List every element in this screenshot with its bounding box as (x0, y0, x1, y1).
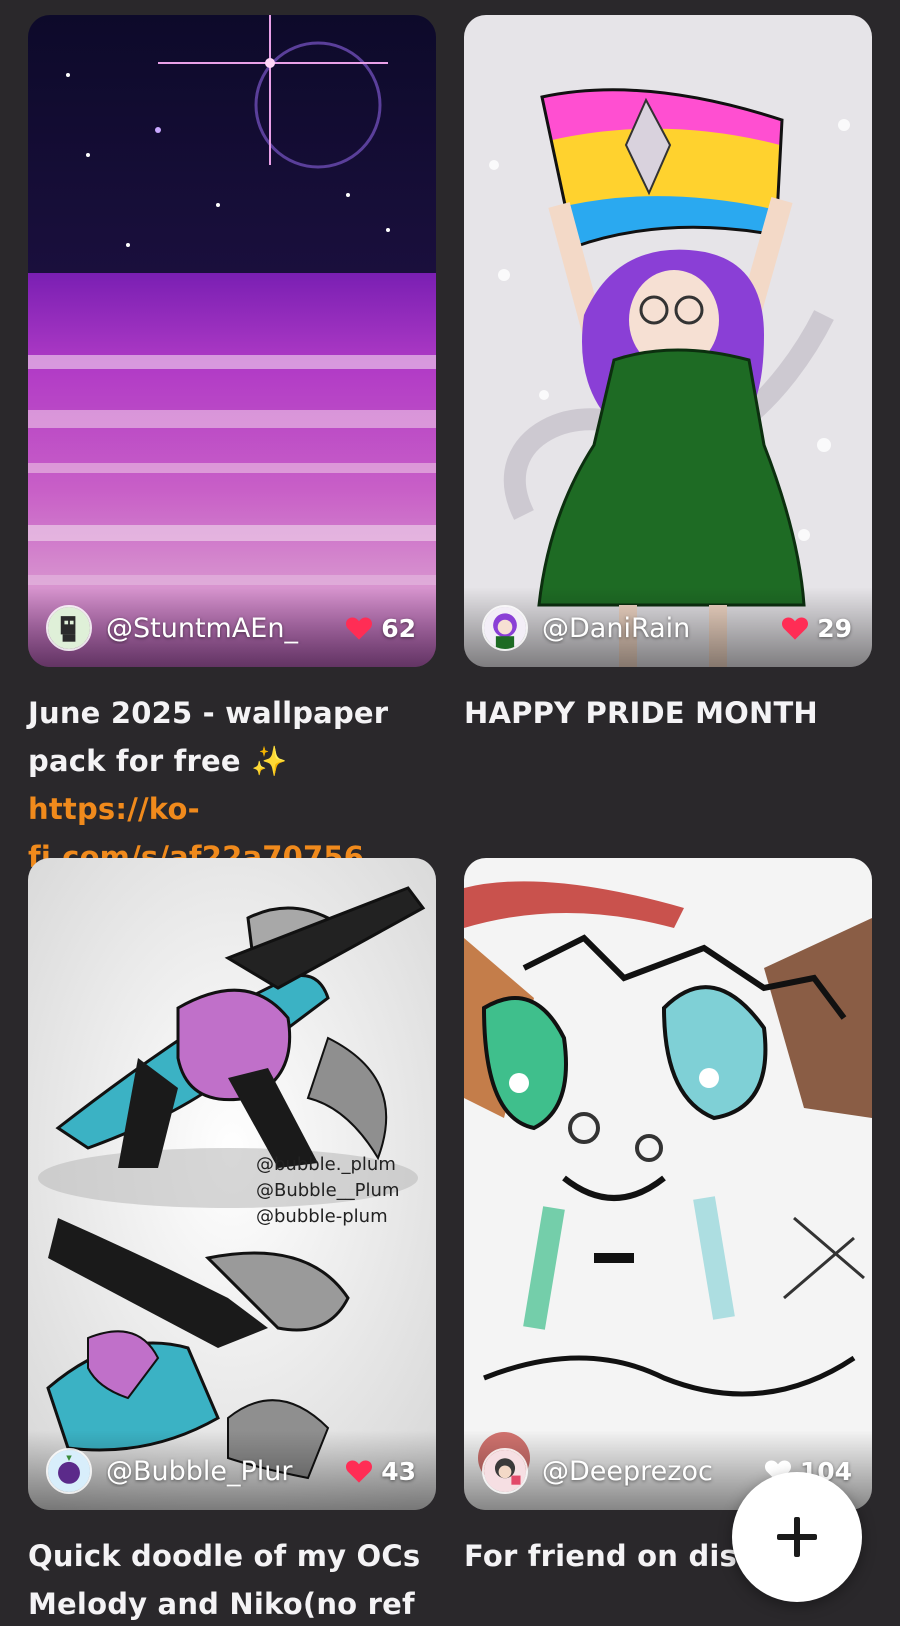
plus-icon (777, 1517, 817, 1557)
post-thumbnail[interactable]: @StuntmAEn_ 62 (28, 15, 436, 667)
pride-flag-girl-image (464, 15, 872, 667)
avatar[interactable] (482, 1448, 528, 1494)
pixel-art-night-sky-image (28, 15, 436, 667)
heart-icon (346, 617, 373, 640)
like-count: 43 (381, 1456, 416, 1486)
post-card[interactable]: @DaniRain 29 HAPPY PRIDE MONTH (464, 15, 872, 737)
username[interactable]: @StuntmAEn_ (106, 613, 337, 644)
post-feed: @StuntmAEn_ 62 June 2025 - wallpaper pac… (0, 0, 900, 1626)
post-caption[interactable]: June 2025 - wallpaper pack for free ✨ ht… (28, 689, 436, 881)
post-card[interactable]: @bubble._plum @Bubble__Plum @bubble-plum… (28, 858, 436, 1626)
avatar[interactable] (46, 1448, 92, 1494)
post-thumbnail[interactable]: @bubble._plum @Bubble__Plum @bubble-plum… (28, 858, 436, 1510)
like-button[interactable]: 62 (345, 614, 416, 643)
caption-text: For friend on disc (464, 1539, 755, 1573)
like-button[interactable]: 29 (781, 614, 852, 643)
post-caption[interactable]: HAPPY PRIDE MONTH (464, 689, 872, 737)
post-meta: @Bubble_Plur 43 (46, 1446, 416, 1496)
post-card[interactable]: @Deeprezoc 104 For friend on disc (464, 858, 872, 1580)
watermark-text: @bubble._plum (256, 1154, 396, 1175)
caption-text: June 2025 - wallpaper pack for free ✨ (28, 696, 389, 778)
like-button[interactable]: 43 (345, 1457, 416, 1486)
avatar[interactable] (46, 605, 92, 651)
heart-icon (782, 617, 809, 640)
watermark-text: @bubble-plum (256, 1206, 388, 1227)
post-thumbnail[interactable]: @DaniRain 29 (464, 15, 872, 667)
username[interactable]: @DaniRain (542, 613, 773, 644)
like-count: 29 (817, 613, 852, 643)
post-caption[interactable]: Quick doodle of my OCs Melody and Niko(n… (28, 1532, 436, 1626)
caption-text: Quick doodle of my OCs Melody and Niko(n… (28, 1539, 421, 1621)
post-card[interactable]: @StuntmAEn_ 62 June 2025 - wallpaper pac… (28, 15, 436, 881)
username[interactable]: @Deeprezoc (542, 1456, 756, 1487)
dancing-characters-image: @bubble._plum @Bubble__Plum @bubble-plum (28, 858, 436, 1510)
heart-icon (346, 1460, 373, 1483)
watermark-text: @Bubble__Plum (256, 1180, 399, 1201)
pixel-cat-image (464, 858, 872, 1510)
post-meta: @StuntmAEn_ 62 (46, 603, 416, 653)
avatar[interactable] (482, 605, 528, 651)
like-count: 62 (381, 613, 416, 643)
post-thumbnail[interactable]: @Deeprezoc 104 (464, 858, 872, 1510)
create-post-button[interactable] (732, 1472, 862, 1602)
caption-text: HAPPY PRIDE MONTH (464, 696, 818, 730)
post-meta: @DaniRain 29 (482, 603, 852, 653)
username[interactable]: @Bubble_Plur (106, 1456, 337, 1487)
